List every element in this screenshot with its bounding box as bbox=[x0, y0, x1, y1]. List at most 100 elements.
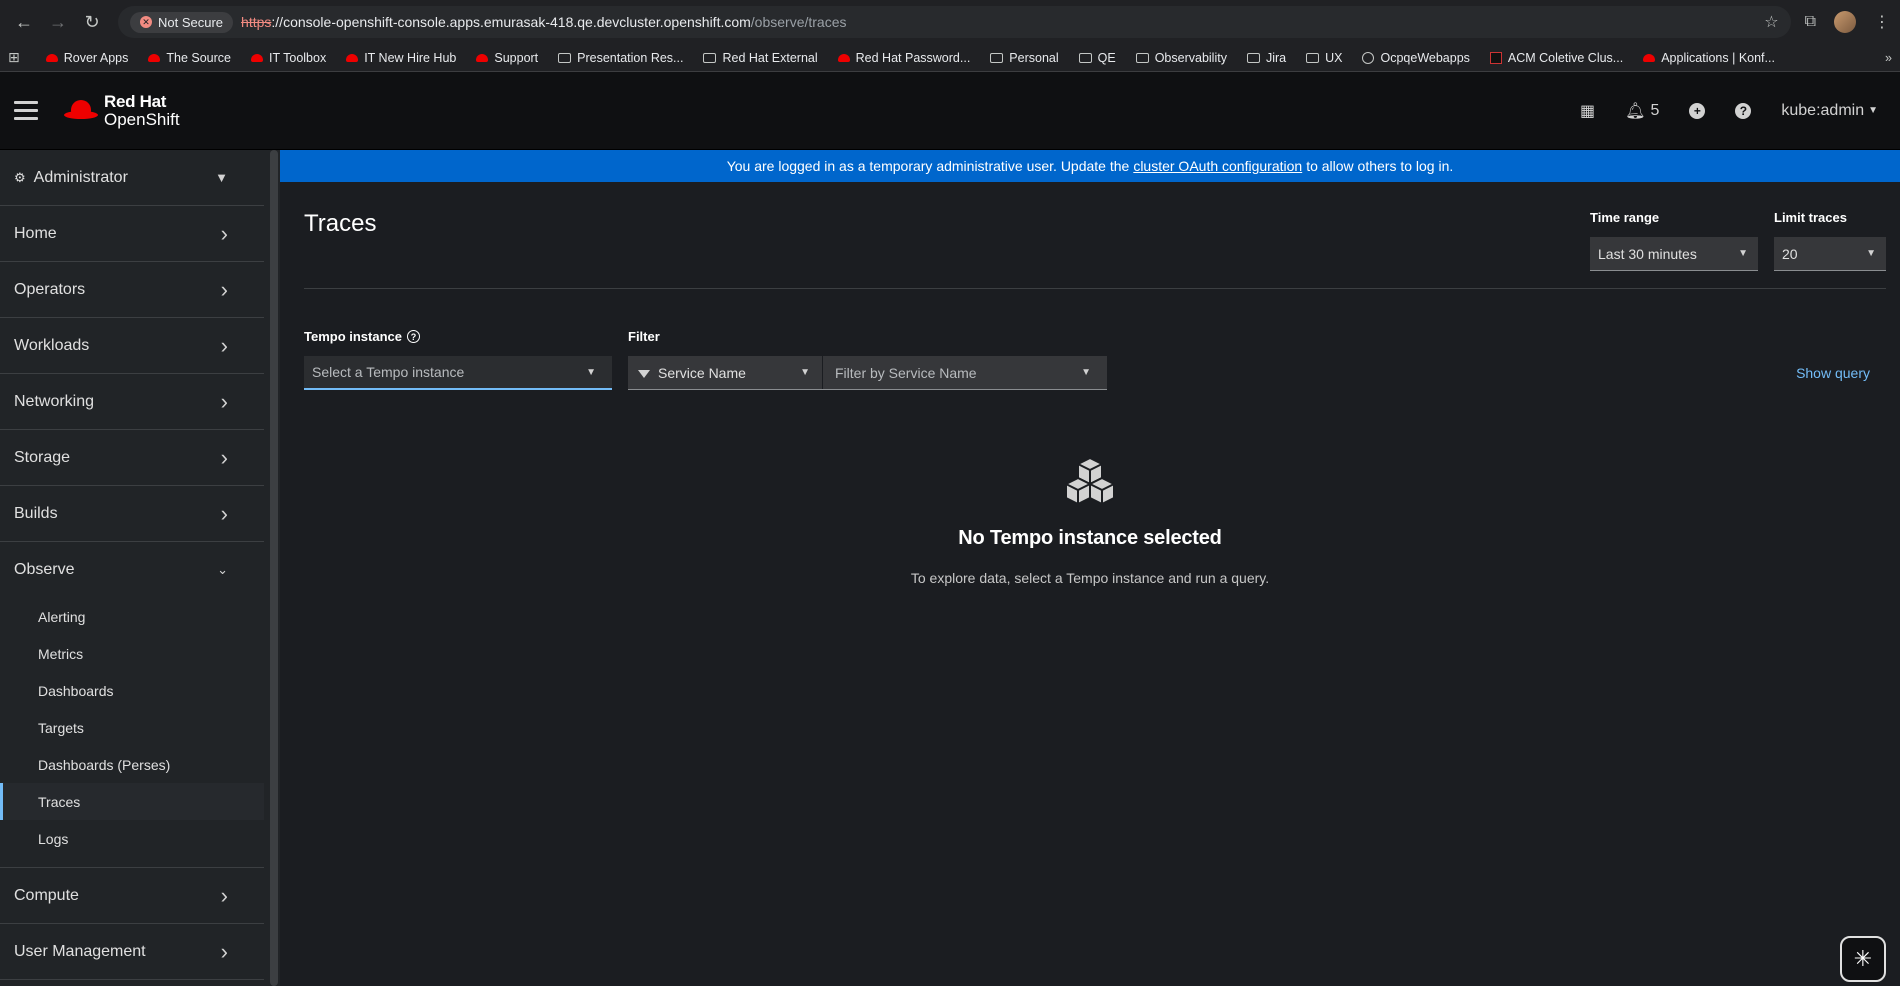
bookmark-item[interactable]: Jira bbox=[1246, 51, 1286, 65]
reload-icon[interactable]: ↻ bbox=[78, 8, 106, 36]
folder-icon bbox=[703, 52, 717, 63]
bookmark-item[interactable]: The Source bbox=[148, 51, 231, 65]
empty-state-body: To explore data, select a Tempo instance… bbox=[910, 570, 1270, 586]
help-icon[interactable]: ? bbox=[1735, 102, 1752, 119]
bell-icon: 🔔︎ bbox=[1625, 102, 1646, 120]
sidebar-item-networking[interactable]: Networking › bbox=[0, 374, 264, 430]
sidebar-item-label: User Management bbox=[14, 942, 146, 960]
user-menu[interactable]: kube:admin ▼ bbox=[1781, 102, 1878, 120]
caret-down-icon: ▼ bbox=[1868, 105, 1878, 116]
empty-state-title: No Tempo instance selected bbox=[958, 527, 1222, 549]
profile-avatar[interactable] bbox=[1834, 11, 1856, 33]
browser-menu-icon[interactable]: ⋮ bbox=[1874, 12, 1890, 32]
filter-type-value: Service Name bbox=[658, 364, 746, 381]
lightspeed-assistant-icon[interactable]: ✳ bbox=[1840, 936, 1886, 982]
not-secure-badge[interactable]: ✕ Not Secure bbox=[130, 11, 234, 33]
bookmark-item[interactable]: Observability bbox=[1135, 50, 1227, 65]
bookmark-item[interactable]: IT New Hire Hub bbox=[346, 51, 456, 65]
filter-icon bbox=[638, 369, 650, 378]
sidebar-item-storage[interactable]: Storage › bbox=[0, 430, 264, 486]
tempo-instance-select[interactable]: Select a Tempo instance ▼ bbox=[304, 356, 612, 390]
notifications-count: 5 bbox=[1650, 101, 1660, 119]
perspective-label: Administrator bbox=[33, 168, 128, 186]
more-bookmarks-icon[interactable]: » bbox=[1885, 51, 1892, 65]
bookmark-item[interactable]: Red Hat External bbox=[703, 51, 818, 65]
sidebar-subitem-alerting[interactable]: Alerting bbox=[0, 598, 264, 635]
sidebar-subitem-traces[interactable]: Traces bbox=[0, 783, 264, 820]
url-scheme: https bbox=[241, 14, 272, 30]
folder-icon bbox=[1246, 52, 1260, 63]
caret-down-icon: ▼ bbox=[800, 367, 810, 378]
brand-line2: OpenShift bbox=[104, 109, 180, 129]
redhat-fedora-icon bbox=[64, 99, 98, 122]
redhat-icon bbox=[148, 53, 161, 62]
sidebar-scrollbar[interactable] bbox=[270, 150, 278, 986]
forward-icon[interactable]: → bbox=[44, 8, 72, 36]
chevron-down-icon: ⌄ bbox=[217, 562, 228, 577]
folder-icon bbox=[1078, 52, 1092, 63]
sidebar-item-observe[interactable]: Observe ⌄ bbox=[0, 542, 264, 598]
bookmark-star-icon[interactable]: ☆ bbox=[1764, 12, 1778, 32]
bookmark-item[interactable]: Personal bbox=[990, 51, 1059, 65]
bookmark-label: Observability bbox=[1154, 50, 1227, 65]
sidebar: ⚙ Administrator ▼ Home › Operators › Workloa… bbox=[0, 150, 280, 986]
redhat-openshift-logo[interactable]: Red Hat OpenShift bbox=[64, 92, 180, 129]
folder-icon bbox=[990, 52, 1004, 63]
sidebar-item-operators[interactable]: Operators › bbox=[0, 262, 264, 318]
bookmark-label: IT New Hire Hub bbox=[364, 50, 457, 65]
not-secure-label: Not Secure bbox=[158, 14, 224, 30]
bookmark-label: Support bbox=[494, 50, 539, 65]
service-name-filter-select[interactable]: Filter by Service Name ▼ bbox=[823, 356, 1107, 389]
bookmark-item[interactable]: Support bbox=[476, 51, 538, 65]
limit-traces-select[interactable]: 20 ▼ bbox=[1774, 237, 1886, 271]
bookmark-label: Rover Apps bbox=[63, 50, 129, 65]
chevron-right-icon: › bbox=[220, 444, 228, 470]
bookmark-item[interactable]: Applications | Konf... bbox=[1643, 51, 1775, 65]
sidebar-item-workloads[interactable]: Workloads › bbox=[0, 318, 264, 374]
bookmark-item[interactable]: Rover Apps bbox=[45, 50, 129, 65]
browser-toolbar: ← → ↻ ✕ Not Secure https://console-opens… bbox=[0, 0, 1900, 44]
bookmark-label: The Source bbox=[166, 50, 231, 65]
bookmark-label: QE bbox=[1097, 50, 1116, 65]
oauth-config-link[interactable]: cluster OAuth configuration bbox=[1133, 158, 1302, 174]
notifications-button[interactable]: 🔔︎ 5 bbox=[1625, 101, 1659, 121]
bookmark-item[interactable]: UX bbox=[1306, 51, 1342, 65]
sidebar-subitem-logs[interactable]: Logs bbox=[0, 820, 264, 857]
time-range-select[interactable]: Last 30 minutes ▼ bbox=[1590, 237, 1758, 271]
bookmark-item[interactable]: QE bbox=[1078, 50, 1116, 65]
user-name: kube:admin bbox=[1781, 101, 1865, 119]
sidebar-item-builds[interactable]: Builds › bbox=[0, 486, 264, 542]
app-launcher-icon[interactable]: ▦ bbox=[1580, 101, 1595, 121]
filter-type-select[interactable]: Service Name ▼ bbox=[628, 356, 823, 389]
apps-grid-icon[interactable]: ⊞ bbox=[8, 49, 20, 66]
banner-suffix: to allow others to log in. bbox=[1306, 158, 1454, 174]
sidebar-item-label: Storage bbox=[14, 448, 71, 466]
bookmark-item[interactable]: IT Toolbox bbox=[250, 51, 326, 65]
bookmark-label: ACM Coletive Clus... bbox=[1507, 50, 1624, 65]
sidebar-item-user-management[interactable]: User Management › bbox=[0, 924, 264, 980]
caret-down-icon: ▼ bbox=[1866, 248, 1876, 259]
bookmark-item[interactable]: Presentation Res... bbox=[558, 51, 683, 65]
masthead: Red Hat OpenShift ▦ 🔔︎ 5 + ? kube:admin … bbox=[0, 72, 1900, 150]
sidebar-subitem-metrics[interactable]: Metrics bbox=[0, 635, 264, 672]
sidebar-item-home[interactable]: Home › bbox=[0, 206, 264, 262]
sidebar-subitem-dashboards-perses[interactable]: Dashboards (Perses) bbox=[0, 746, 264, 783]
import-plus-icon[interactable]: + bbox=[1689, 102, 1706, 119]
folder-icon bbox=[1306, 52, 1320, 63]
bookmark-item[interactable]: ACM Coletive Clus... bbox=[1489, 50, 1624, 65]
perspective-switcher[interactable]: ⚙ Administrator ▼ bbox=[0, 150, 264, 206]
sidebar-subitem-targets[interactable]: Targets bbox=[0, 709, 264, 746]
bookmark-item[interactable]: OcpqeWebapps bbox=[1362, 51, 1470, 65]
bookmark-item[interactable]: Red Hat Password... bbox=[837, 51, 970, 65]
filter-toolbar: Service Name ▼ Filter by Service Name ▼ bbox=[628, 356, 1107, 390]
hamburger-menu-icon[interactable] bbox=[14, 101, 38, 120]
sidebar-subitem-dashboards[interactable]: Dashboards bbox=[0, 672, 264, 709]
extensions-icon[interactable]: ⧉ bbox=[1805, 13, 1816, 31]
address-bar[interactable]: ✕ Not Secure https://console-openshift-c… bbox=[118, 6, 1791, 38]
sidebar-item-compute[interactable]: Compute › bbox=[0, 868, 264, 924]
back-icon[interactable]: ← bbox=[10, 8, 38, 36]
chevron-right-icon: › bbox=[220, 500, 228, 526]
tempo-instance-label: Tempo instance bbox=[304, 329, 403, 344]
show-query-button[interactable]: Show query bbox=[1796, 365, 1870, 381]
help-circle-icon[interactable]: ? bbox=[407, 330, 421, 343]
